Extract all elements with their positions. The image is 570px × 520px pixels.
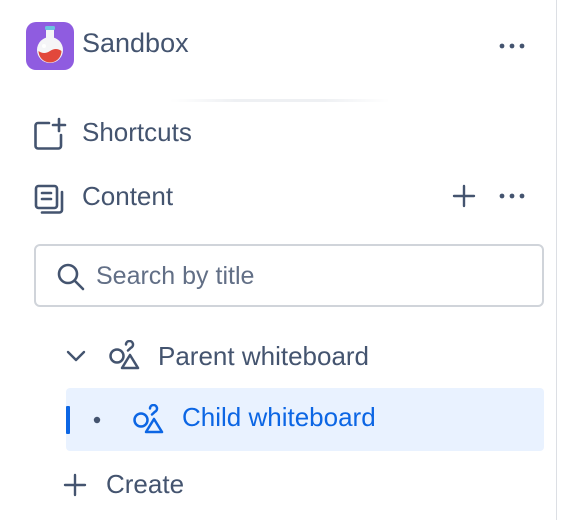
create-label: Create xyxy=(106,468,185,499)
space-more-button[interactable] xyxy=(496,30,528,62)
plus-icon xyxy=(63,473,87,497)
space-title[interactable]: Sandbox xyxy=(82,28,189,59)
whiteboard-shapes-icon xyxy=(109,340,140,370)
search-field[interactable] xyxy=(34,244,544,307)
pages-stack-icon xyxy=(34,184,64,214)
whiteboard-shapes-icon xyxy=(133,404,164,434)
shortcut-add-icon xyxy=(34,117,67,150)
tree-item-child-whiteboard[interactable]: Child whiteboard xyxy=(66,388,544,451)
nav-item-shortcuts[interactable]: Shortcuts xyxy=(32,110,542,154)
panel-divider xyxy=(556,0,570,520)
potion-flask-icon[interactable] xyxy=(26,22,74,70)
tree-item-parent-whiteboard[interactable]: Parent whiteboard xyxy=(60,328,540,384)
nav-item-label: Shortcuts xyxy=(82,116,192,147)
content-add-button[interactable] xyxy=(448,180,480,212)
tree-item-label: Child whiteboard xyxy=(182,402,376,432)
selected-indicator xyxy=(66,406,70,434)
space-header: Sandbox xyxy=(24,20,534,72)
bullet-icon xyxy=(93,416,101,424)
more-horizontal-icon xyxy=(499,43,525,49)
more-horizontal-icon xyxy=(499,193,525,199)
nav-item-label: Content xyxy=(82,180,174,211)
create-button[interactable]: Create xyxy=(60,456,540,512)
search-icon xyxy=(57,263,85,291)
tree-item-label: Parent whiteboard xyxy=(158,340,370,371)
sidebar-panel: Sandbox Shortcuts Content Search by titl… xyxy=(0,0,556,520)
search-input[interactable] xyxy=(96,254,526,298)
chevron-down-icon[interactable] xyxy=(64,348,88,364)
header-divider xyxy=(170,99,390,102)
plus-icon xyxy=(452,184,476,208)
content-more-button[interactable] xyxy=(496,180,528,212)
